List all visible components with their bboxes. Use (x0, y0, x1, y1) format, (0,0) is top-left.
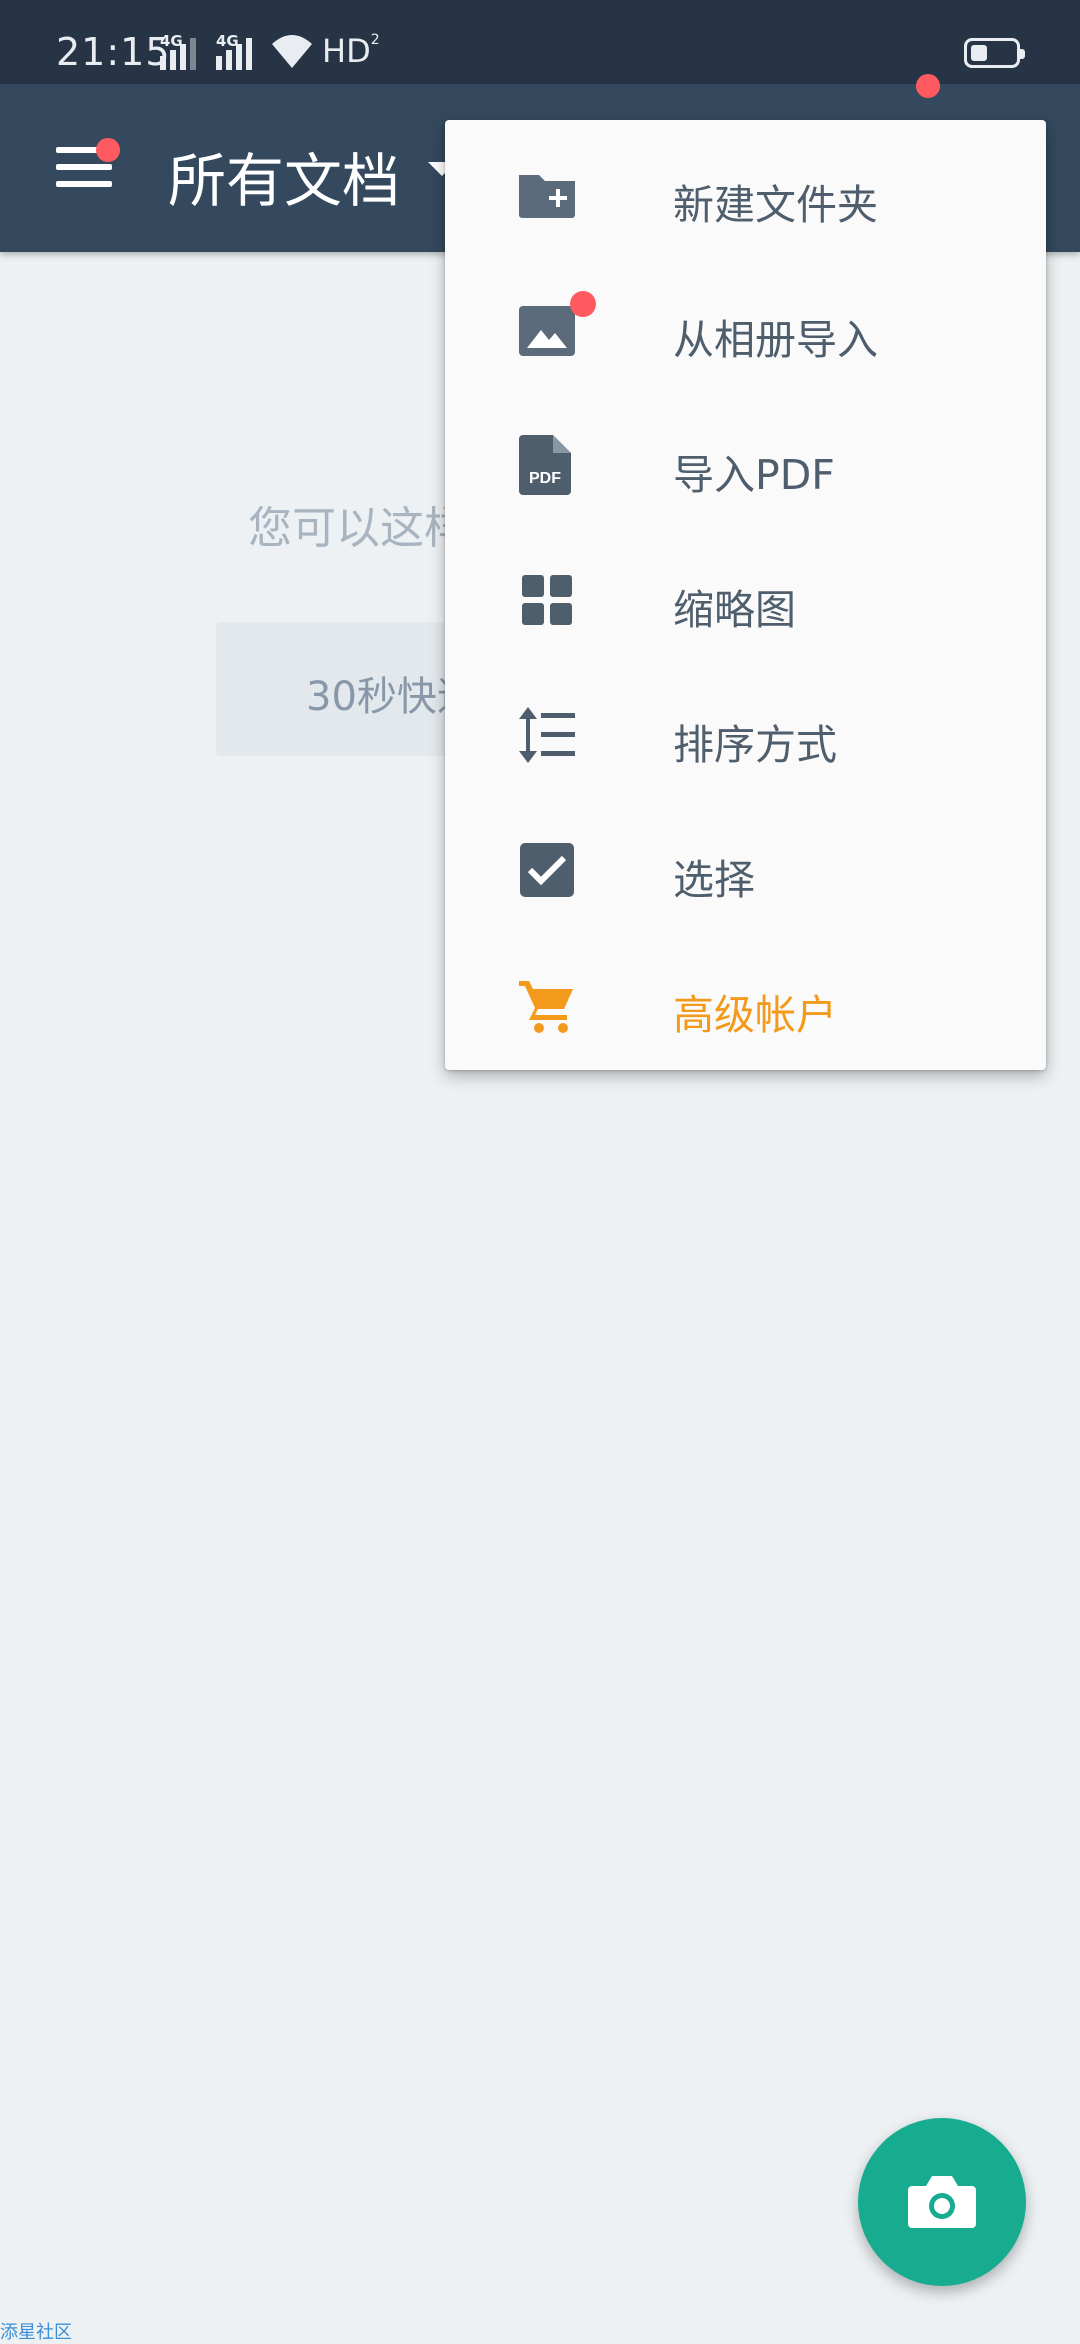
menu-item-label: 高级帐户 (673, 991, 837, 1039)
wifi-icon (272, 35, 312, 68)
menu-item-new-folder[interactable]: 新建文件夹 (445, 125, 1046, 260)
checkbox-icon (520, 843, 574, 897)
pdf-file-icon: PDF (519, 435, 571, 495)
camera-fab-button[interactable] (858, 2118, 1026, 2286)
grid-icon (522, 575, 572, 625)
menu-item-label: 缩略图 (673, 586, 796, 634)
folder-plus-icon (519, 175, 575, 218)
notification-dot (96, 138, 120, 162)
hd-indicator: HD2 (322, 32, 380, 70)
empty-hint-text: 您可以这样 (248, 503, 468, 554)
menu-item-label: 选择 (673, 856, 755, 904)
menu-item-label: 排序方式 (673, 721, 837, 769)
camera-icon (908, 2176, 976, 2228)
menu-item-label: 导入PDF (673, 451, 835, 499)
menu-item-premium[interactable]: 高级帐户 (445, 935, 1046, 1070)
image-icon (519, 306, 575, 356)
status-time: 21:15 (56, 30, 171, 74)
cart-icon (519, 981, 573, 1033)
menu-item-thumbnail[interactable]: 缩略图 (445, 530, 1046, 665)
notification-dot (916, 74, 940, 98)
notification-dot (570, 291, 596, 317)
menu-item-import-album[interactable]: 从相册导入 (445, 260, 1046, 395)
watermark: 添星社区 (0, 2322, 72, 2343)
svg-text:PDF: PDF (529, 470, 561, 487)
menu-item-import-pdf[interactable]: PDF 导入PDF (445, 395, 1046, 530)
menu-item-label: 新建文件夹 (673, 181, 878, 229)
sort-icon (519, 707, 575, 763)
battery-icon (964, 38, 1025, 68)
page-title[interactable]: 所有文档 (168, 134, 400, 218)
signal-icon-1: 4G (160, 32, 196, 70)
menu-item-sort[interactable]: 排序方式 (445, 665, 1046, 800)
overflow-menu: 新建文件夹 从相册导入 PDF 导入PDF 缩略图 排序方式 选择 高级帐户 (445, 120, 1046, 1070)
menu-item-label: 从相册导入 (673, 316, 878, 364)
status-bar: 21:15 4G 4G HD2 (0, 0, 1080, 84)
menu-item-select[interactable]: 选择 (445, 800, 1046, 935)
signal-icon-2: 4G (216, 32, 252, 70)
